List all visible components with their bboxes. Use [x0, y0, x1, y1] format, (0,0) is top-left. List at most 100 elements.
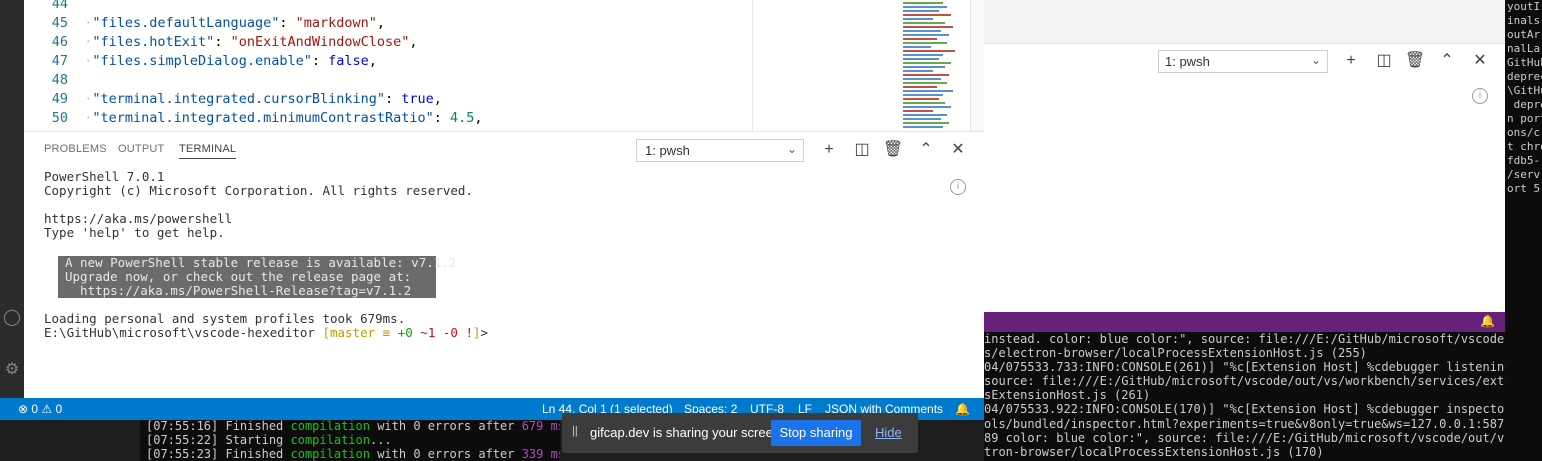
code-editor[interactable]: 44 45 ·"files.defaultLanguage": "markdown…: [24, 0, 984, 131]
strip-line: ort 5: [1507, 182, 1541, 195]
minimap-line: [903, 50, 955, 52]
strip-line: nalLa: [1507, 42, 1541, 55]
code-line: 47 ·"files.simpleDialog.enable": false,: [24, 52, 752, 71]
second-terminal-select-value: 1: pwsh: [1165, 54, 1210, 69]
code-line: 48: [24, 71, 752, 90]
minimap-line: [903, 110, 933, 112]
problems-status[interactable]: ⊗ 0 ⚠ 0: [18, 398, 62, 420]
json-value: 4.5: [450, 110, 475, 126]
log-line: ols/bundled/inspector.html?experiments=t…: [984, 416, 1505, 431]
json-trailing: ,: [368, 53, 377, 69]
pause-icon: ||: [572, 425, 578, 437]
tab-output[interactable]: OUTPUT: [118, 143, 164, 155]
minimap[interactable]: [752, 0, 970, 131]
info-icon[interactable]: i: [950, 179, 966, 195]
line-number: 44: [51, 0, 68, 12]
log-line: s/electron-browser/localProcessExtension…: [984, 346, 1367, 361]
terminal-line: https://aka.ms/powershell: [44, 211, 233, 227]
bell-icon[interactable]: 🔔: [1480, 314, 1495, 328]
code-line: 46 ·"files.hotExit": "onExitAndWindowClo…: [24, 33, 752, 52]
second-vscode-window: 1: pwsh ⌄ + ◫ 🗑 ⌃ ✕ i: [984, 0, 1505, 312]
desktop: youtIinalsoutArnalLaGitHubdepreca\GitHu …: [0, 0, 1542, 461]
minimap-line: [903, 54, 943, 56]
terminal-line: PowerShell 7.0.1: [44, 169, 165, 184]
trash-icon[interactable]: 🗑: [1404, 50, 1426, 72]
json-separator: :: [433, 110, 451, 126]
tab-problems[interactable]: PROBLEMS: [44, 143, 107, 155]
line-number: 50: [51, 110, 68, 126]
strip-line: depreca: [1507, 70, 1542, 83]
minimap-line: [903, 118, 941, 120]
json-separator: :: [279, 15, 296, 31]
indent-guide: ·: [68, 110, 93, 126]
background-terminal-right: youtIinalsoutArnalLaGitHubdepreca\GitHu …: [1505, 0, 1542, 461]
code-line: 50 ·"terminal.integrated.minimumContrast…: [24, 109, 752, 128]
chevron-up-icon[interactable]: ⌃: [915, 139, 937, 161]
minimap-line: [903, 22, 945, 24]
json-key: "files.defaultLanguage": [92, 15, 280, 31]
info-icon[interactable]: i: [1472, 88, 1488, 104]
line-number: 47: [51, 53, 68, 69]
close-icon[interactable]: ✕: [947, 139, 969, 161]
minimap-line: [903, 98, 939, 100]
minimap-line: [903, 46, 931, 48]
strip-line: ons/c: [1507, 126, 1541, 139]
hide-link[interactable]: Hide: [875, 425, 902, 440]
minimap-line: [903, 82, 947, 84]
line-number: 49: [51, 91, 68, 107]
minimap-line: [903, 86, 937, 88]
indent-guide: ·: [68, 34, 93, 50]
compile-line: [07:55:22] Starting compilation...: [146, 433, 392, 447]
editor-scrollbar[interactable]: [970, 0, 984, 131]
minimap-line: [903, 30, 941, 32]
chevron-up-icon[interactable]: ⌃: [1436, 50, 1458, 72]
minimap-line: [903, 102, 945, 104]
tab-terminal[interactable]: TERMINAL: [179, 143, 237, 159]
compile-line: [07:55:23] Finished compilation with 0 e…: [146, 447, 560, 461]
release-line: Upgrade now, or check out the release pa…: [65, 269, 412, 285]
strip-line: fdb5-: [1507, 154, 1541, 167]
line-number: 46: [51, 34, 68, 50]
json-trailing: ,: [474, 110, 483, 126]
minimap-line: [903, 14, 951, 16]
second-terminal-select[interactable]: 1: pwsh ⌄: [1158, 50, 1328, 73]
trash-icon[interactable]: 🗑: [882, 139, 904, 161]
split-icon[interactable]: ◫: [851, 139, 873, 161]
strip-line: youtI: [1507, 0, 1541, 13]
release-notice: A new PowerShell stable release is avail…: [58, 255, 457, 298]
gear-icon[interactable]: ⚙: [0, 358, 24, 382]
terminal-line: Copyright (c) Microsoft Corporation. All…: [44, 183, 473, 199]
log-line: 89 color: blue color:", source: file:///…: [984, 430, 1505, 445]
strip-line: depre: [1513, 98, 1542, 111]
plus-icon[interactable]: +: [818, 139, 840, 161]
terminal-output[interactable]: PowerShell 7.0.1 Copyright (c) Microsoft…: [44, 169, 924, 240]
vscode-window: ◯ ⚙ 44 45 ·"files.defaultLanguage": "mark…: [0, 0, 984, 420]
terminal-select[interactable]: 1: pwsh ⌄: [636, 139, 804, 162]
json-key: "files.hotExit": [92, 34, 215, 50]
screen-share-bar: || gifcap.dev is sharing your screen. St…: [562, 413, 918, 453]
terminal-prompt[interactable]: E:\GitHub\microsoft\vscode-hexeditor [ma…: [44, 326, 488, 340]
json-value: "markdown": [295, 15, 377, 31]
share-message: gifcap.dev is sharing your screen.: [590, 425, 784, 440]
minimap-line: [903, 122, 949, 124]
notifications-bell-icon[interactable]: 🔔: [955, 398, 970, 420]
log-line: sExtensionHost.js (261): [984, 388, 1151, 403]
plus-icon[interactable]: +: [1340, 50, 1362, 72]
minimap-line: [903, 42, 947, 44]
stop-sharing-button[interactable]: Stop sharing: [771, 420, 861, 446]
code-line: 45 ·"files.defaultLanguage": "markdown",: [24, 14, 752, 33]
line-number: 45: [51, 15, 68, 31]
log-line: instead. color: blue color:", source: fi…: [984, 332, 1505, 346]
account-icon[interactable]: ◯: [0, 306, 24, 330]
minimap-line: [903, 10, 939, 12]
minimap-line: [903, 78, 941, 80]
minimap-line: [903, 106, 951, 108]
split-icon[interactable]: ◫: [1373, 50, 1395, 72]
log-line: source: file:///E:/GitHub/microsoft/vsco…: [984, 374, 1505, 389]
close-icon[interactable]: ✕: [1469, 50, 1491, 72]
json-trailing: ,: [433, 91, 442, 107]
release-line: A new PowerShell stable release is avail…: [65, 255, 457, 270]
indent-guide: ·: [68, 15, 93, 31]
code-line: 44: [24, 0, 752, 14]
